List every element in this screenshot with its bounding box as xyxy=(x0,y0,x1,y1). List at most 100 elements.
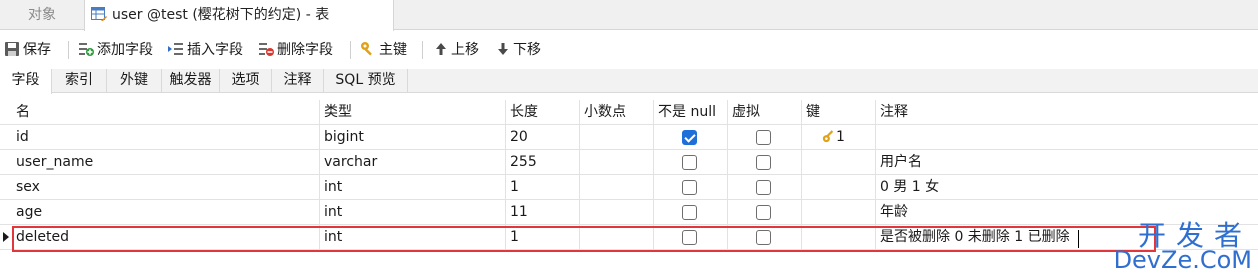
field-type-cell[interactable]: varchar xyxy=(320,150,506,175)
tab-sql-preview[interactable]: SQL 预览 xyxy=(324,69,408,93)
key-icon xyxy=(360,34,376,56)
virtual-checkbox[interactable] xyxy=(756,230,771,245)
field-name-cell[interactable]: id xyxy=(12,125,320,150)
primary-key-button[interactable]: 主键 xyxy=(360,31,407,69)
virtual-checkbox[interactable] xyxy=(756,180,771,195)
field-name-cell[interactable]: deleted xyxy=(12,225,320,250)
field-type-cell[interactable]: bigint xyxy=(320,125,506,150)
not-null-checkbox[interactable] xyxy=(682,130,697,145)
field-length-cell[interactable]: 11 xyxy=(506,200,580,225)
field-length-cell[interactable]: 20 xyxy=(506,125,580,150)
move-down-label: 下移 xyxy=(513,42,541,58)
add-field-button[interactable]: 添加字段 xyxy=(78,31,153,69)
document-tab-bar: 对象 user @test (樱花树下的约定) - 表 xyxy=(0,0,1258,31)
not-null-cell xyxy=(654,200,728,225)
tab-options[interactable]: 选项 xyxy=(220,69,272,93)
move-up-button[interactable]: 上移 xyxy=(434,31,479,69)
not-null-checkbox[interactable] xyxy=(682,180,697,195)
key-icon xyxy=(822,127,836,143)
not-null-checkbox[interactable] xyxy=(682,230,697,245)
key-cell[interactable] xyxy=(802,225,876,250)
field-type-cell[interactable]: int xyxy=(320,175,506,200)
not-null-checkbox[interactable] xyxy=(682,205,697,220)
row-marker[interactable] xyxy=(0,225,12,250)
virtual-cell xyxy=(728,175,802,200)
column-header-decimals[interactable]: 小数点 xyxy=(580,100,654,125)
key-cell[interactable]: 1 xyxy=(802,125,876,150)
save-button[interactable]: 保存 xyxy=(4,31,51,69)
tab-foreign-keys[interactable]: 外键 xyxy=(107,69,162,93)
insert-field-label: 插入字段 xyxy=(187,42,243,58)
insert-field-button[interactable]: 插入字段 xyxy=(168,31,243,69)
tab-objects[interactable]: 对象 xyxy=(0,0,84,30)
save-label: 保存 xyxy=(23,42,51,58)
field-length-cell[interactable]: 1 xyxy=(506,225,580,250)
field-comment-cell[interactable]: 0 男 1 女 xyxy=(876,175,1258,200)
field-decimals-cell[interactable] xyxy=(580,175,654,200)
field-length-cell[interactable]: 255 xyxy=(506,150,580,175)
table-row[interactable]: sex int 1 0 男 1 女 xyxy=(0,175,1258,200)
toolbar-divider xyxy=(422,41,423,59)
add-field-icon xyxy=(78,34,94,56)
column-header-key[interactable]: 键 xyxy=(802,100,876,125)
field-length-cell[interactable]: 1 xyxy=(506,175,580,200)
virtual-checkbox[interactable] xyxy=(756,205,771,220)
tab-comment[interactable]: 注释 xyxy=(272,69,324,93)
column-header-virtual[interactable]: 虚拟 xyxy=(728,100,802,125)
toolbar-divider xyxy=(68,41,69,59)
move-up-label: 上移 xyxy=(451,42,479,58)
not-null-cell xyxy=(654,225,728,250)
tab-fields[interactable]: 字段 xyxy=(0,69,52,94)
not-null-checkbox[interactable] xyxy=(682,155,697,170)
table-row[interactable]: id bigint 20 1 xyxy=(0,125,1258,150)
virtual-cell xyxy=(728,150,802,175)
key-cell[interactable] xyxy=(802,200,876,225)
row-marker[interactable] xyxy=(0,200,12,225)
field-comment-cell[interactable] xyxy=(876,125,1258,150)
field-name-cell[interactable]: user_name xyxy=(12,150,320,175)
key-cell[interactable] xyxy=(802,175,876,200)
watermark-bottom: DevZe.CoM xyxy=(1113,246,1252,274)
key-cell[interactable] xyxy=(802,150,876,175)
not-null-cell xyxy=(654,175,728,200)
column-header-comment[interactable]: 注释 xyxy=(876,100,1258,125)
arrow-down-icon xyxy=(496,34,510,55)
insert-field-icon xyxy=(168,34,184,55)
column-header-length[interactable]: 长度 xyxy=(506,100,580,125)
delete-field-icon xyxy=(258,34,274,56)
row-marker[interactable] xyxy=(0,175,12,200)
virtual-checkbox[interactable] xyxy=(756,130,771,145)
field-decimals-cell[interactable] xyxy=(580,200,654,225)
column-header-not-null[interactable]: 不是 null xyxy=(654,100,728,125)
row-marker[interactable] xyxy=(0,125,12,150)
column-header-type[interactable]: 类型 xyxy=(320,100,506,125)
table-row-current[interactable]: deleted int 1 是否被删除 0 未删除 1 已删除 xyxy=(0,225,1258,250)
table-row[interactable]: user_name varchar 255 用户名 xyxy=(0,150,1258,175)
row-marker[interactable] xyxy=(0,150,12,175)
toolbar: 保存 添加字段 插入字段 删除字段 主键 上移 下移 xyxy=(0,31,1258,69)
design-tab-bar: 字段 索引 外键 触发器 选项 注释 SQL 预览 xyxy=(0,69,1258,94)
field-decimals-cell[interactable] xyxy=(580,125,654,150)
tab-triggers[interactable]: 触发器 xyxy=(162,69,220,93)
field-name-cell[interactable]: sex xyxy=(12,175,320,200)
virtual-cell xyxy=(728,200,802,225)
virtual-cell xyxy=(728,225,802,250)
field-type-cell[interactable]: int xyxy=(320,225,506,250)
grid-header: 名 类型 长度 小数点 不是 null 虚拟 键 注释 xyxy=(0,100,1258,125)
watermark: 开发者 DevZe.CoM xyxy=(1096,214,1252,276)
tab-indexes[interactable]: 索引 xyxy=(52,69,107,93)
virtual-checkbox[interactable] xyxy=(756,155,771,170)
field-comment-cell[interactable]: 用户名 xyxy=(876,150,1258,175)
field-decimals-cell[interactable] xyxy=(580,225,654,250)
table-row[interactable]: age int 11 年龄 xyxy=(0,200,1258,225)
delete-field-button[interactable]: 删除字段 xyxy=(258,31,333,69)
arrow-up-icon xyxy=(434,34,448,55)
field-name-cell[interactable]: age xyxy=(12,200,320,225)
field-type-cell[interactable]: int xyxy=(320,200,506,225)
move-down-button[interactable]: 下移 xyxy=(496,31,541,69)
tab-user-table[interactable]: user @test (樱花树下的约定) - 表 xyxy=(84,0,394,31)
column-header-name[interactable]: 名 xyxy=(12,100,320,125)
tab-user-table-label: user @test (樱花树下的约定) - 表 xyxy=(112,7,330,23)
field-decimals-cell[interactable] xyxy=(580,150,654,175)
key-order: 1 xyxy=(836,129,845,145)
